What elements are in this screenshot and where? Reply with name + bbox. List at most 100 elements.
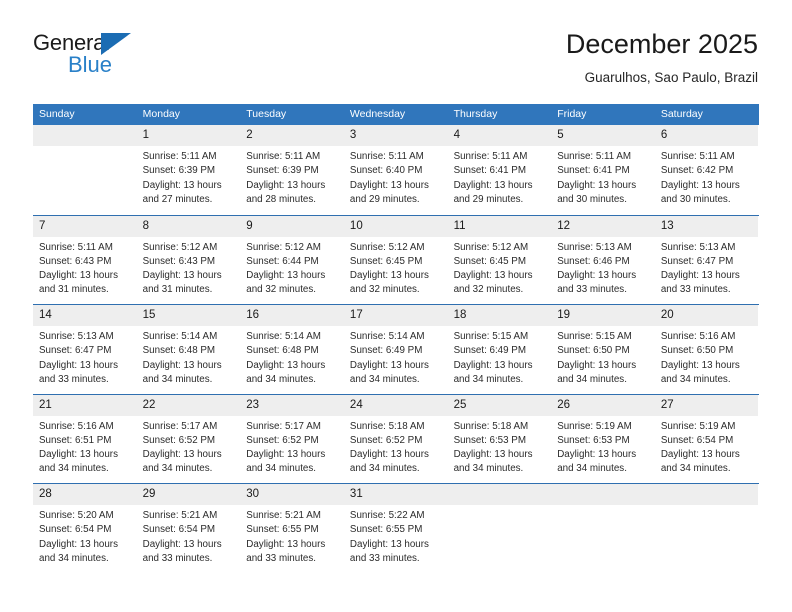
day-details: Sunrise: 5:16 AM Sunset: 6:51 PM Daylight:…: [33, 416, 137, 477]
day-number: 17: [349, 309, 363, 321]
day-number: 21: [39, 398, 52, 411]
day-detail-line: and 31 minutes.: [142, 284, 213, 296]
day-detail-line: and 34 minutes.: [246, 373, 316, 385]
day-number-band: [33, 125, 137, 146]
day-detail-line: Sunset: 6:49 PM: [453, 345, 526, 357]
calendar-week-row: 21 Sunrise: 5:16 AM Sunset: 6:51 PM Dayligh…: [33, 393, 759, 483]
day-number: 12: [557, 219, 570, 232]
day-detail-line: Sunrise: 5:19 AM: [557, 420, 632, 432]
day-number: 30: [246, 488, 260, 500]
day-details: Sunrise: 5:15 AM Sunset: 6:50 PM Daylight:…: [551, 326, 655, 387]
logo-text-blue: Blue: [68, 52, 113, 77]
day-number-band: 17: [343, 305, 448, 326]
day-detail-line: Sunrise: 5:16 AM: [39, 420, 114, 432]
day-number-band: 11: [447, 215, 552, 237]
day-cell-24[interactable]: 24 Sunrise: 5:18 AM Sunset: 6:52 PM Dayligh…: [343, 394, 448, 483]
day-detail-line: Daylight: 13 hours: [349, 449, 429, 461]
day-detail-line: Daylight: 13 hours: [142, 270, 222, 282]
day-details: Sunrise: 5:11 AM Sunset: 6:41 PM Daylight:…: [551, 146, 655, 207]
day-detail-line: and 34 minutes.: [660, 373, 731, 385]
day-detail-line: and 32 minutes.: [349, 284, 420, 296]
day-number-band: 30: [240, 484, 344, 505]
day-cell-29[interactable]: 29 Sunrise: 5:21 AM Sunset: 6:54 PM Dayligh…: [136, 484, 241, 573]
day-cell-12[interactable]: 12 Sunrise: 5:13 AM Sunset: 6:46 PM Dayligh…: [551, 215, 655, 304]
day-cell-9[interactable]: 9 Sunrise: 5:12 AM Sunset: 6:44 PM Daylight…: [240, 215, 344, 304]
day-number: 7: [39, 219, 46, 232]
day-detail-line: Sunrise: 5:20 AM: [39, 510, 114, 521]
day-detail-line: Sunrise: 5:17 AM: [246, 420, 321, 432]
day-cell-17[interactable]: 17 Sunrise: 5:14 AM Sunset: 6:49 PM Dayligh…: [343, 305, 448, 394]
day-number: 1: [142, 129, 150, 141]
calendar-page: General Blue December 2025 Guarulhos, Sa…: [0, 0, 792, 612]
day-detail-line: Sunset: 6:45 PM: [453, 255, 526, 267]
day-number-band: 23: [240, 394, 344, 416]
calendar-week-row: 1 Sunrise: 5:11 AM Sunset: 6:39 PM Daylight…: [33, 125, 759, 215]
day-number-band: 16: [240, 305, 344, 326]
day-number: 3: [349, 129, 357, 141]
day-detail-line: and 29 minutes.: [453, 193, 524, 205]
day-details: Sunrise: 5:17 AM Sunset: 6:52 PM Daylight:…: [137, 416, 241, 477]
day-cell-23[interactable]: 23 Sunrise: 5:17 AM Sunset: 6:52 PM Dayligh…: [240, 394, 344, 483]
day-cell-30[interactable]: 30 Sunrise: 5:21 AM Sunset: 6:55 PM Dayligh…: [240, 484, 344, 573]
day-cell-19[interactable]: 19 Sunrise: 5:15 AM Sunset: 6:50 PM Dayligh…: [551, 305, 655, 394]
day-cell-27[interactable]: 27 Sunrise: 5:19 AM Sunset: 6:54 PM Dayligh…: [654, 394, 759, 483]
day-number-band: [654, 484, 759, 505]
day-detail-line: Sunrise: 5:12 AM: [246, 241, 321, 253]
day-detail-line: Sunset: 6:42 PM: [660, 165, 734, 177]
day-cell-1[interactable]: 1 Sunrise: 5:11 AM Sunset: 6:39 PM Daylight…: [136, 125, 241, 215]
day-cell-4[interactable]: 4 Sunrise: 5:11 AM Sunset: 6:41 PM Daylight…: [447, 125, 552, 215]
day-detail-line: Sunrise: 5:14 AM: [142, 331, 218, 342]
day-cell-18[interactable]: 18 Sunrise: 5:15 AM Sunset: 6:49 PM Dayligh…: [447, 305, 552, 394]
day-detail-line: Daylight: 13 hours: [557, 179, 637, 191]
day-cell-25[interactable]: 25 Sunrise: 5:18 AM Sunset: 6:53 PM Dayligh…: [447, 394, 552, 483]
day-detail-line: Sunset: 6:54 PM: [39, 524, 112, 536]
day-cell-6[interactable]: 6 Sunrise: 5:11 AM Sunset: 6:42 PM Daylight…: [654, 125, 759, 215]
day-cell-3[interactable]: 3 Sunrise: 5:11 AM Sunset: 6:40 PM Daylight…: [343, 125, 448, 215]
day-details: Sunrise: 5:12 AM Sunset: 6:45 PM Daylight:…: [344, 237, 448, 298]
day-number-band: 10: [343, 215, 448, 237]
day-cell-11[interactable]: 11 Sunrise: 5:12 AM Sunset: 6:45 PM Dayligh…: [447, 215, 552, 304]
day-cell-28[interactable]: 28 Sunrise: 5:20 AM Sunset: 6:54 PM Dayligh…: [33, 484, 137, 573]
day-cell-empty: [33, 125, 137, 215]
title-block: December 2025 Guarulhos, Sao Paulo, Braz…: [566, 28, 758, 87]
day-cell-22[interactable]: 22 Sunrise: 5:17 AM Sunset: 6:52 PM Dayligh…: [136, 394, 241, 483]
day-detail-line: Sunset: 6:52 PM: [349, 434, 423, 446]
day-detail-line: Sunrise: 5:11 AM: [246, 151, 321, 162]
day-cell-2[interactable]: 2 Sunrise: 5:11 AM Sunset: 6:39 PM Daylight…: [240, 125, 344, 215]
day-detail-line: Sunset: 6:48 PM: [246, 345, 319, 357]
day-cell-26[interactable]: 26 Sunrise: 5:19 AM Sunset: 6:53 PM Dayligh…: [551, 394, 655, 483]
day-details: Sunrise: 5:21 AM Sunset: 6:54 PM Daylight:…: [137, 505, 241, 566]
day-cell-8[interactable]: 8 Sunrise: 5:12 AM Sunset: 6:43 PM Daylight…: [136, 215, 241, 304]
day-detail-line: Sunset: 6:55 PM: [349, 524, 423, 536]
calendar-week-row: 28 Sunrise: 5:20 AM Sunset: 6:54 PM Dayligh…: [33, 483, 759, 573]
day-cell-31[interactable]: 31 Sunrise: 5:22 AM Sunset: 6:55 PM Dayligh…: [343, 484, 448, 573]
day-detail-line: Daylight: 13 hours: [349, 359, 429, 371]
day-number: 24: [349, 398, 363, 411]
day-cell-5[interactable]: 5 Sunrise: 5:11 AM Sunset: 6:41 PM Daylight…: [551, 125, 655, 215]
day-cell-15[interactable]: 15 Sunrise: 5:14 AM Sunset: 6:48 PM Dayligh…: [136, 305, 241, 394]
day-detail-line: and 32 minutes.: [246, 284, 316, 296]
general-blue-logo[interactable]: General Blue: [33, 32, 173, 88]
day-detail-line: Sunrise: 5:11 AM: [142, 151, 217, 162]
day-cell-13[interactable]: 13 Sunrise: 5:13 AM Sunset: 6:47 PM Dayligh…: [654, 215, 759, 304]
day-detail-line: Daylight: 13 hours: [246, 449, 326, 461]
day-details: Sunrise: 5:14 AM Sunset: 6:48 PM Daylight:…: [240, 326, 344, 387]
day-detail-line: Sunset: 6:50 PM: [557, 345, 630, 357]
day-cell-7[interactable]: 7 Sunrise: 5:11 AM Sunset: 6:43 PM Daylight…: [33, 215, 137, 304]
day-cell-16[interactable]: 16 Sunrise: 5:14 AM Sunset: 6:48 PM Dayligh…: [240, 305, 344, 394]
day-cell-20[interactable]: 20 Sunrise: 5:16 AM Sunset: 6:50 PM Dayligh…: [654, 305, 759, 394]
page-subtitle: Guarulhos, Sao Paulo, Brazil: [584, 70, 758, 86]
day-number: 22: [142, 398, 156, 411]
day-detail-line: Sunrise: 5:22 AM: [349, 510, 425, 521]
day-number-band: 1: [136, 125, 241, 146]
day-detail-line: Daylight: 13 hours: [660, 449, 740, 461]
day-detail-line: and 33 minutes.: [349, 552, 420, 564]
day-detail-line: Sunrise: 5:14 AM: [349, 331, 425, 342]
calendar-grid: Sunday Monday Tuesday Wednesday Thursday Frid…: [33, 104, 759, 573]
day-number: 26: [557, 398, 570, 411]
day-cell-21[interactable]: 21 Sunrise: 5:16 AM Sunset: 6:51 PM Dayligh…: [33, 394, 137, 483]
day-number-band: 2: [240, 125, 344, 146]
day-cell-10[interactable]: 10 Sunrise: 5:12 AM Sunset: 6:45 PM Dayligh…: [343, 215, 448, 304]
day-cell-14[interactable]: 14 Sunrise: 5:13 AM Sunset: 6:47 PM Dayligh…: [33, 305, 137, 394]
day-detail-line: Sunrise: 5:16 AM: [660, 331, 736, 342]
